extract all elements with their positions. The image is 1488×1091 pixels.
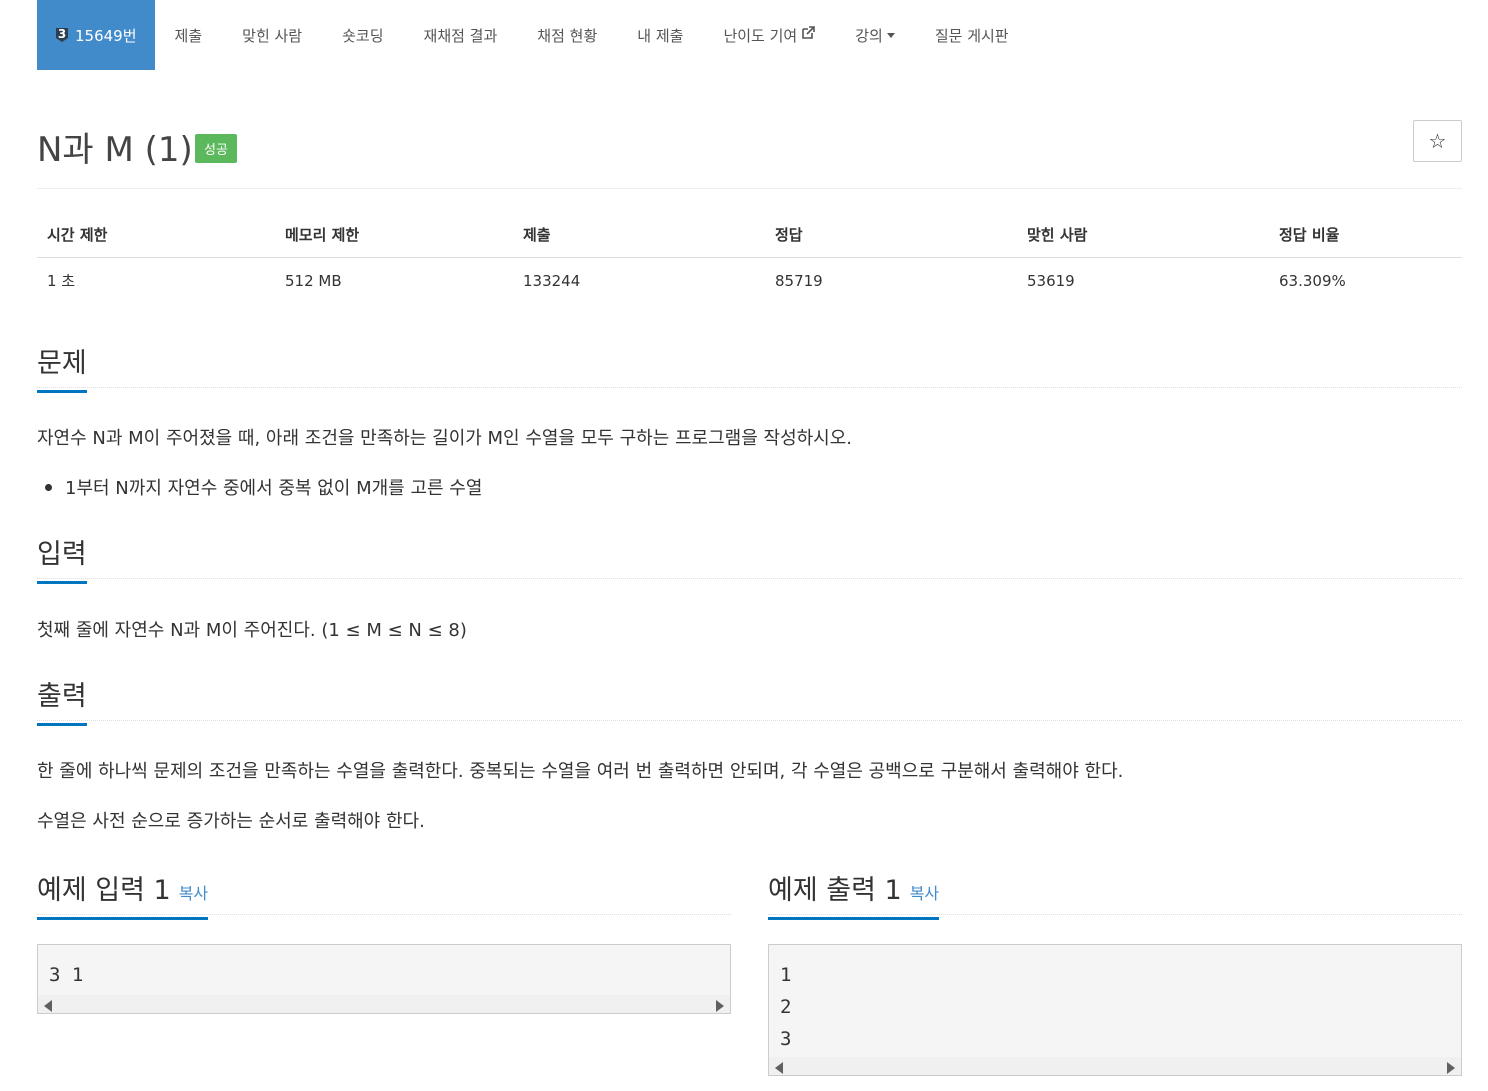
sample-output-content: 1 2 3 (780, 964, 792, 1050)
header-accept-ratio: 정답 비율 (1269, 210, 1462, 258)
header-solved-users: 맞힌 사람 (1017, 210, 1269, 258)
problem-header: N과 M (1) 성공 ☆ (37, 118, 1462, 188)
header-time-limit: 시간 제한 (37, 210, 275, 258)
nav-my-submissions[interactable]: 내 제출 (617, 0, 703, 70)
sample-output-heading: 예제 출력 1 복사 (768, 868, 940, 920)
scroll-left-icon[interactable] (44, 1000, 52, 1012)
page: 3 15649번 제출 맞힌 사람 숏코딩 재채점 결과 채점 현황 내 제출 … (37, 0, 1462, 1076)
section-divider (37, 578, 1462, 579)
output-section-header: 출력 (37, 674, 1462, 726)
solved-users-value: 53619 (1027, 271, 1075, 290)
nav-difficulty-contribution[interactable]: 난이도 기여 (703, 0, 835, 70)
output-heading: 출력 (37, 674, 87, 726)
accepted-value: 85719 (775, 271, 823, 290)
nav-status[interactable]: 채점 현황 (517, 0, 617, 70)
header-divider (37, 188, 1462, 189)
submissions-value: 133244 (523, 271, 581, 290)
nav-lectures-dropdown[interactable]: 강의 (835, 0, 915, 70)
sample-output: 예제 출력 1 복사 1 2 3 (768, 868, 1462, 1076)
problem-title: N과 M (1) (37, 130, 193, 170)
horizontal-scrollbar[interactable] (38, 995, 730, 1013)
description-section-header: 문제 (37, 341, 1462, 393)
nav-problem-number[interactable]: 3 15649번 (37, 0, 155, 70)
description-text: 자연수 N과 M이 주어졌을 때, 아래 조건을 만족하는 길이가 M인 수열을… (37, 428, 853, 449)
favorite-button[interactable]: ☆ (1413, 120, 1462, 162)
time-limit-value: 1 초 (47, 272, 76, 290)
tier-icon: 3 (55, 27, 69, 43)
output-text: 한 줄에 하나씩 문제의 조건을 만족하는 수열을 출력한다. 중복되는 수열을… (37, 761, 1124, 782)
input-heading: 입력 (37, 532, 87, 584)
problem-info-table: 시간 제한 메모리 제한 제출 정답 맞힌 사람 정답 비율 1 초 512 M… (37, 210, 1462, 303)
section-divider (37, 720, 1462, 721)
sample-input-heading: 예제 입력 1 복사 (37, 868, 209, 920)
accept-ratio-value: 63.309% (1279, 271, 1346, 290)
sample-input-header: 예제 입력 1 복사 (37, 868, 731, 920)
nav-submit[interactable]: 제출 (155, 0, 223, 70)
problem-menu: 3 15649번 제출 맞힌 사람 숏코딩 재채점 결과 채점 현황 내 제출 … (37, 0, 1462, 70)
scroll-left-icon[interactable] (775, 1062, 783, 1074)
table-row: 1 초 512 MB 133244 85719 53619 63.309% (37, 258, 1462, 304)
section-divider (768, 914, 1462, 915)
problem-number-label: 15649번 (75, 26, 137, 45)
section-divider (37, 387, 1462, 388)
copy-sample-output-link[interactable]: 복사 (910, 884, 939, 903)
input-text: 첫째 줄에 자연수 N과 M이 주어진다. (1 ≤ M ≤ N ≤ 8) (37, 620, 467, 641)
sample-output-title: 예제 출력 1 (768, 875, 902, 906)
sample-output-header: 예제 출력 1 복사 (768, 868, 1462, 920)
result-badge: 성공 (195, 134, 237, 163)
nav-question-board[interactable]: 질문 게시판 (915, 0, 1029, 70)
input-section-header: 입력 (37, 532, 1462, 584)
sample-output-box: 1 2 3 (768, 944, 1462, 1076)
sample-input-box: 3 1 (37, 944, 731, 1014)
nav-difficulty-label: 난이도 기여 (723, 26, 798, 45)
header-accepted: 정답 (765, 210, 1017, 258)
horizontal-scrollbar[interactable] (769, 1057, 1461, 1075)
list-item: 1부터 N까지 자연수 중에서 중복 없이 M개를 고른 수열 (44, 474, 482, 500)
external-link-icon (801, 26, 816, 44)
sample-input-title: 예제 입력 1 (37, 875, 171, 906)
nav-short-coding[interactable]: 숏코딩 (322, 0, 403, 70)
description-heading: 문제 (37, 341, 87, 393)
header-memory-limit: 메모리 제한 (275, 210, 513, 258)
sample-input: 예제 입력 1 복사 3 1 (37, 868, 731, 1014)
sample-input-content: 3 1 (49, 964, 84, 986)
tier-number: 3 (57, 27, 67, 41)
star-icon: ☆ (1428, 129, 1447, 153)
caret-down-icon (886, 32, 895, 38)
copy-sample-input-link[interactable]: 복사 (179, 884, 208, 903)
header-submissions: 제출 (513, 210, 765, 258)
section-divider (37, 914, 731, 915)
memory-limit-value: 512 MB (285, 271, 342, 290)
table-header-row: 시간 제한 메모리 제한 제출 정답 맞힌 사람 정답 비율 (37, 210, 1462, 258)
scroll-right-icon[interactable] (716, 1000, 724, 1012)
scroll-right-icon[interactable] (1447, 1062, 1455, 1074)
nav-lectures-label: 강의 (855, 26, 883, 45)
output-text-2: 수열은 사전 순으로 증가하는 순서로 출력해야 한다. (37, 811, 425, 832)
nav-solved-users[interactable]: 맞힌 사람 (222, 0, 322, 70)
nav-rejudge[interactable]: 재채점 결과 (404, 0, 518, 70)
